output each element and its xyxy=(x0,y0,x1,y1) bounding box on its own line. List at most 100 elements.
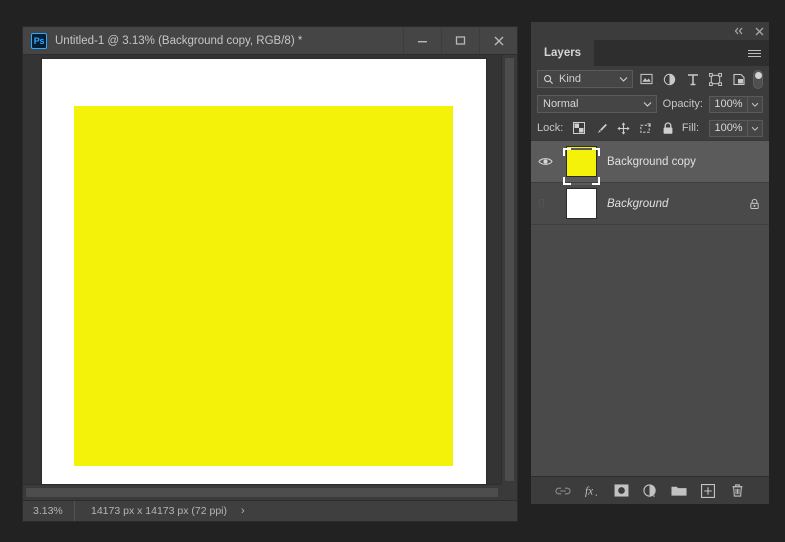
layer-name[interactable]: Background xyxy=(603,198,739,210)
panel-tab-strip: Layers xyxy=(531,40,769,66)
lock-all-button[interactable] xyxy=(658,119,678,138)
filter-adjustment-button[interactable] xyxy=(660,69,679,89)
minimize-button[interactable] xyxy=(403,27,441,54)
fill-value[interactable]: 100% xyxy=(709,119,749,137)
collapse-panel-button[interactable] xyxy=(729,22,749,40)
lock-icon xyxy=(663,121,673,134)
close-button[interactable] xyxy=(479,27,517,54)
lock-icon xyxy=(749,198,759,209)
statusbar-expand-arrow[interactable]: › xyxy=(241,501,245,521)
close-panel-button[interactable] xyxy=(749,22,769,40)
eye-off-icon xyxy=(538,199,544,208)
canvas-sheet xyxy=(42,59,486,484)
chevron-down-icon xyxy=(619,71,628,87)
delete-layer-button[interactable] xyxy=(729,481,746,500)
opacity-label: Opacity: xyxy=(662,98,703,110)
layer-visibility-toggle[interactable] xyxy=(531,156,559,167)
trash-icon xyxy=(731,484,743,497)
fill-stepper[interactable] xyxy=(748,119,764,137)
mask-icon xyxy=(614,484,628,497)
chevron-down-icon xyxy=(751,126,759,131)
lock-artboard-nesting-button[interactable] xyxy=(636,119,656,138)
layer-thumbnail[interactable] xyxy=(559,146,603,185)
fx-icon: fx xyxy=(585,485,597,497)
layers-panel-footer: fx xyxy=(531,476,769,504)
smart-object-icon xyxy=(733,73,745,85)
panel-topbar xyxy=(531,22,769,40)
layer-list[interactable]: Background copy Background xyxy=(531,140,769,476)
filter-pixel-button[interactable] xyxy=(637,69,656,89)
link-icon xyxy=(555,487,571,494)
document-statusbar: 3.13% 14173 px x 14173 px (72 ppi) › xyxy=(23,500,517,521)
move-arrows-icon xyxy=(617,121,630,135)
folder-icon xyxy=(671,486,687,496)
minimize-icon xyxy=(418,41,427,43)
checkerboard-icon xyxy=(573,122,586,134)
blend-mode-row: Normal Opacity: 100% xyxy=(531,92,769,116)
new-layer-button[interactable] xyxy=(700,481,717,500)
photoshop-workspace: Ps Untitled-1 @ 3.13% (Background copy, … xyxy=(0,0,785,542)
link-layers-button[interactable] xyxy=(555,481,572,500)
filter-smart-object-button[interactable] xyxy=(730,69,749,89)
lock-position-button[interactable] xyxy=(614,119,634,138)
filter-enable-toggle[interactable] xyxy=(752,69,763,89)
image-icon xyxy=(640,73,653,85)
new-adjustment-layer-button[interactable] xyxy=(642,481,659,500)
filter-kind-select[interactable]: Kind xyxy=(537,70,633,88)
maximize-button[interactable] xyxy=(441,27,479,54)
layer-lock-indicator[interactable] xyxy=(739,198,769,210)
svg-text:fx: fx xyxy=(585,485,593,497)
layer-visibility-toggle[interactable] xyxy=(531,198,559,209)
document-dimensions: 14173 px x 14173 px (72 ppi) xyxy=(91,505,228,517)
document-window: Ps Untitled-1 @ 3.13% (Background copy, … xyxy=(22,26,518,522)
brush-icon xyxy=(597,123,607,133)
canvas-yellow-fill xyxy=(74,106,453,466)
layer-thumbnail[interactable] xyxy=(559,188,603,219)
layer-filter-row: Kind xyxy=(531,66,769,92)
vertical-scrollbar-thumb[interactable] xyxy=(505,58,514,481)
layers-panel: Layers Kind Normal Opacity: 100% Lock: F… xyxy=(531,22,769,504)
eye-icon xyxy=(537,158,553,165)
opacity-stepper[interactable] xyxy=(748,95,763,113)
table-row[interactable]: Background copy xyxy=(531,141,769,185)
tab-layers[interactable]: Layers xyxy=(531,40,595,66)
layer-style-button[interactable]: fx xyxy=(584,481,601,500)
scrollbar-corner xyxy=(501,484,517,500)
new-group-button[interactable] xyxy=(671,481,688,500)
document-body xyxy=(23,55,517,500)
add-layer-mask-button[interactable] xyxy=(613,481,630,500)
panel-menu-button[interactable] xyxy=(743,40,765,66)
blend-mode-value: Normal xyxy=(543,98,579,110)
maximize-icon xyxy=(455,36,466,45)
type-icon xyxy=(687,73,698,85)
adjustment-icon xyxy=(643,483,656,497)
window-controls xyxy=(403,27,517,54)
opacity-value[interactable]: 100% xyxy=(709,95,748,113)
lock-label: Lock: xyxy=(537,122,564,134)
canvas-area[interactable] xyxy=(23,55,501,484)
blend-mode-select[interactable]: Normal xyxy=(537,95,657,113)
adjustment-icon xyxy=(663,73,676,85)
lock-transparent-pixels-button[interactable] xyxy=(569,119,589,138)
layer-name[interactable]: Background copy xyxy=(603,156,739,168)
plus-square-icon xyxy=(701,483,715,498)
filter-shape-button[interactable] xyxy=(706,69,725,89)
lock-image-pixels-button[interactable] xyxy=(591,119,611,138)
search-icon xyxy=(544,74,554,84)
chevron-down-icon xyxy=(751,102,759,107)
fill-label: Fill: xyxy=(681,122,700,134)
horizontal-scrollbar-thumb[interactable] xyxy=(26,488,498,497)
zoom-level[interactable]: 3.13% xyxy=(23,501,75,521)
document-titlebar[interactable]: Ps Untitled-1 @ 3.13% (Background copy, … xyxy=(23,27,517,55)
chevron-down-icon xyxy=(643,96,652,112)
close-icon xyxy=(494,36,503,45)
filter-kind-label: Kind xyxy=(559,73,582,85)
layer-thumbnail-selection-frame xyxy=(563,148,600,185)
canvas-vertical-scrollbar[interactable] xyxy=(501,55,517,484)
filter-type-button[interactable] xyxy=(683,69,702,89)
lock-row: Lock: Fill: 100% xyxy=(531,116,769,140)
close-icon xyxy=(755,27,763,35)
canvas-horizontal-scrollbar[interactable] xyxy=(23,484,501,500)
table-row[interactable]: Background xyxy=(531,183,769,225)
panel-menu-icon xyxy=(747,48,761,59)
